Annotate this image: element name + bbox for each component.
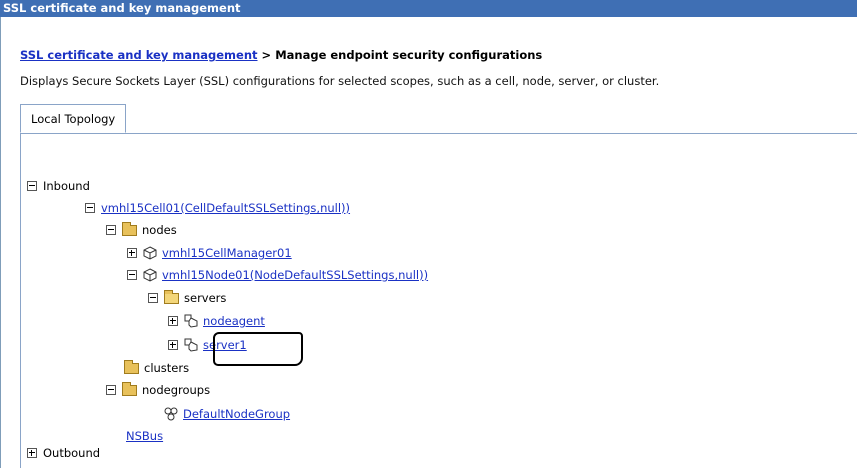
tree-link-cell-manager[interactable]: vmhl15CellManager01 (162, 245, 292, 261)
tree-link-node[interactable]: vmhl15Node01(NodeDefaultSSLSettings,null… (162, 267, 428, 283)
tree-node-node: vmhl15Node01(NodeDefaultSSLSettings,null… (127, 267, 428, 283)
highlight-annotation (213, 332, 303, 366)
tree-label-nodes: nodes (142, 223, 177, 237)
tree-node-cell-manager: vmhl15CellManager01 (127, 245, 292, 261)
expand-toggle-icon[interactable] (27, 448, 37, 458)
tree-link-cell[interactable]: vmhl15Cell01(CellDefaultSSLSettings,null… (101, 200, 350, 216)
breadcrumb-separator: > (257, 48, 276, 62)
node-group-icon (164, 407, 178, 421)
collapse-toggle-icon[interactable] (27, 181, 37, 191)
tree-label-inbound: Inbound (43, 179, 90, 193)
folder-icon (122, 381, 137, 396)
frame-border (0, 17, 1, 468)
tree-node-default-node-group: DefaultNodeGroup (164, 406, 290, 422)
tab-label: Local Topology (31, 112, 116, 126)
tree-link-default-node-group[interactable]: DefaultNodeGroup (183, 406, 290, 422)
tree-label-servers: servers (184, 291, 227, 305)
open-folder-icon (164, 289, 179, 304)
tree-node-nsbus: NSBus (126, 428, 163, 444)
tree-node-clusters: clusters (124, 359, 190, 376)
expand-toggle-icon[interactable] (168, 316, 178, 326)
tree-label-clusters: clusters (144, 361, 190, 375)
breadcrumb-current: Manage endpoint security configurations (275, 48, 543, 62)
tree-label-outbound: Outbound (43, 446, 101, 460)
tab-strip: Local Topology (20, 104, 857, 134)
window-title-bar: SSL certificate and key management (0, 0, 857, 17)
tree-node-outbound: Outbound (27, 445, 100, 461)
window-title: SSL certificate and key management (3, 1, 241, 15)
topology-panel (20, 133, 857, 468)
collapse-toggle-icon[interactable] (148, 293, 158, 303)
expand-toggle-icon[interactable] (168, 340, 178, 350)
collapse-toggle-icon[interactable] (127, 270, 137, 280)
folder-icon (122, 221, 137, 236)
server-icon (184, 314, 198, 328)
folder-icon (124, 359, 139, 374)
tree-node-cell: vmhl15Cell01(CellDefaultSSLSettings,null… (85, 200, 350, 216)
tree-link-nsbus[interactable]: NSBus (126, 428, 163, 444)
node-cube-icon (143, 246, 157, 260)
tree-link-nodeagent[interactable]: nodeagent (203, 313, 265, 329)
tree-node-inbound: Inbound (27, 178, 90, 194)
tree-label-nodegroups: nodegroups (142, 383, 211, 397)
collapse-toggle-icon[interactable] (106, 385, 116, 395)
tab-local-topology[interactable]: Local Topology (20, 104, 127, 133)
tree-node-nodegroups: nodegroups (106, 381, 211, 398)
collapse-toggle-icon[interactable] (85, 203, 95, 213)
tree-node-servers: servers (148, 289, 227, 306)
collapse-toggle-icon[interactable] (106, 225, 116, 235)
expand-toggle-icon[interactable] (127, 248, 137, 258)
node-cube-icon (143, 268, 157, 282)
server-icon (184, 338, 198, 352)
tree-node-nodes: nodes (106, 221, 177, 238)
breadcrumb-link-ssl-management[interactable]: SSL certificate and key management (20, 48, 258, 62)
tree-node-nodeagent: nodeagent (168, 313, 265, 329)
page-description: Displays Secure Sockets Layer (SSL) conf… (20, 74, 660, 88)
breadcrumb: SSL certificate and key management > Man… (20, 48, 542, 62)
